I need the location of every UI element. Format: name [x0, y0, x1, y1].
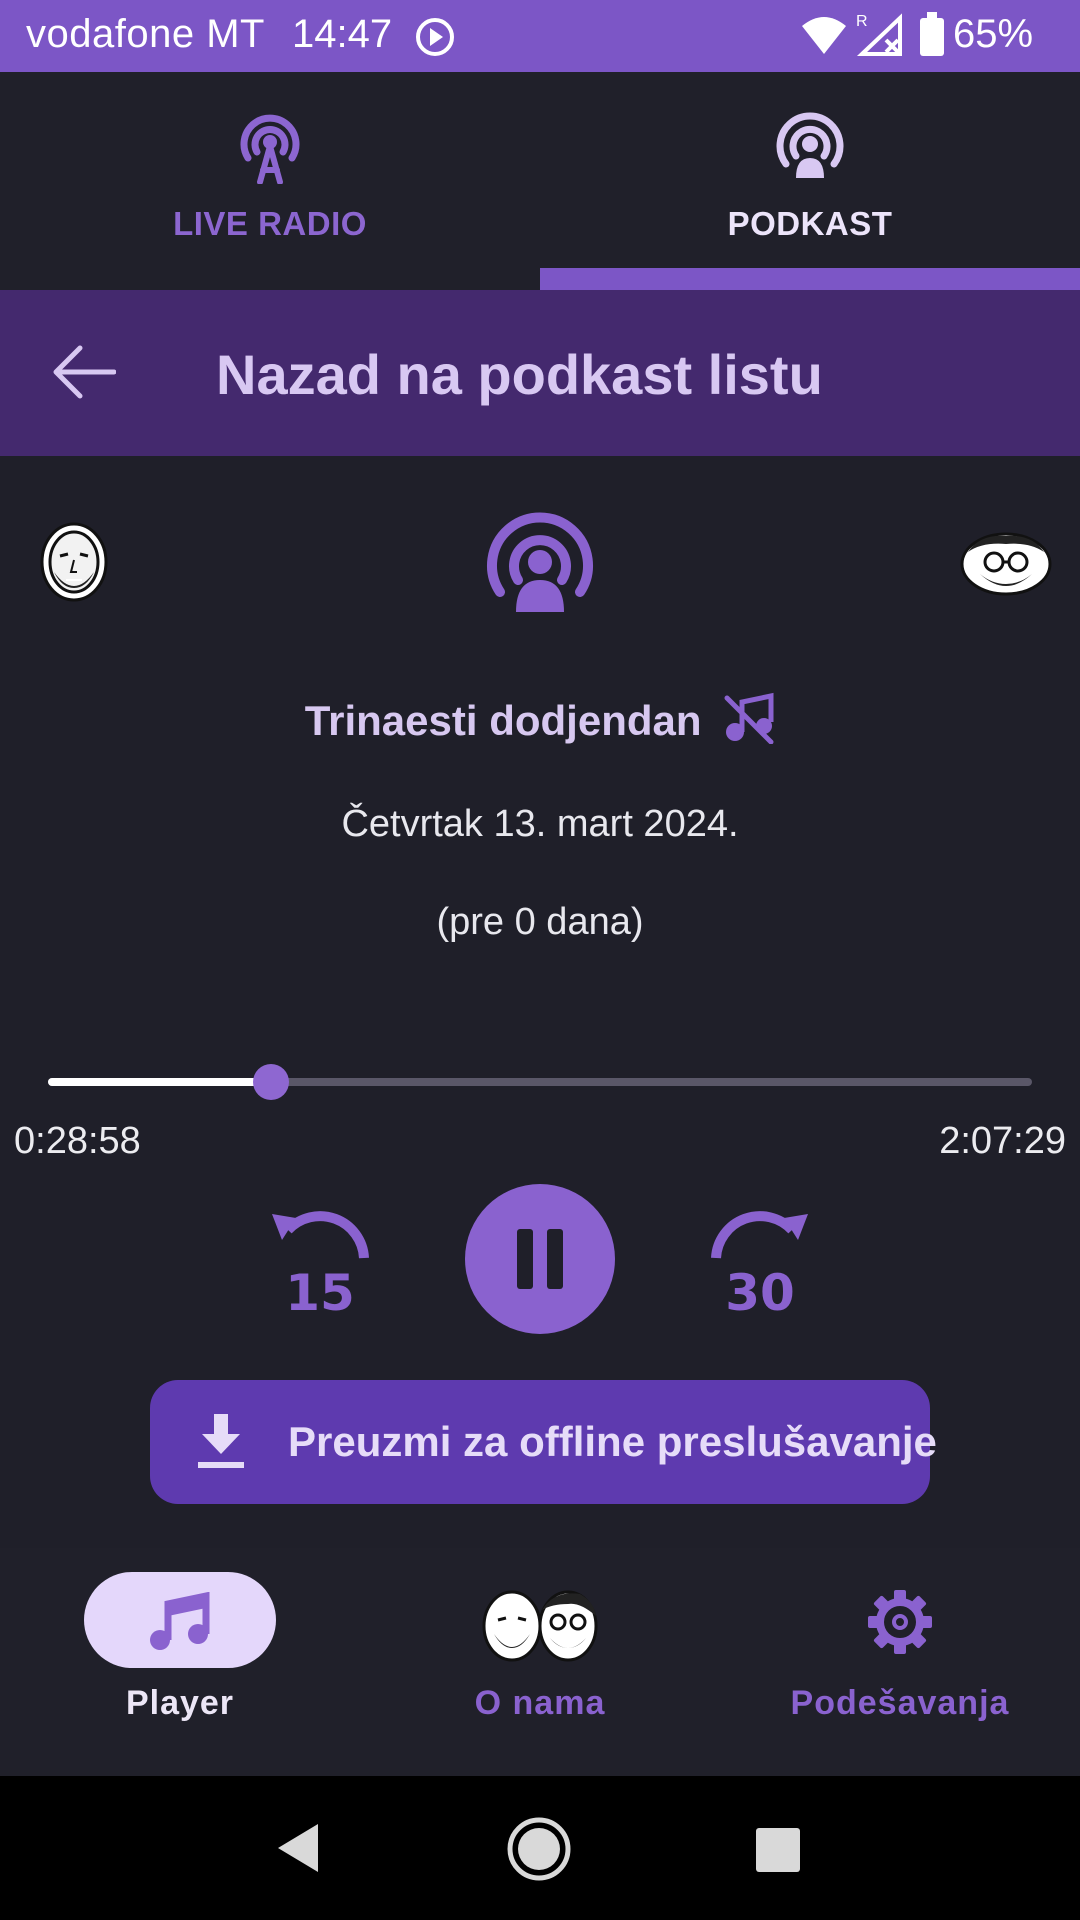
svg-text:R: R: [856, 13, 868, 30]
play-pause-button[interactable]: [465, 1184, 615, 1334]
play-circle-icon: [416, 18, 454, 56]
status-bar: vodafone MT 14:47 R 65%: [0, 0, 1080, 72]
seek-bar-thumb[interactable]: [253, 1064, 290, 1100]
tab-podkast[interactable]: PODKAST: [540, 72, 1080, 290]
bottom-navigation: Player O nama Podešavanja: [0, 1548, 1080, 1776]
forward-30-button[interactable]: 30: [708, 1206, 812, 1322]
wifi-icon: [802, 17, 846, 54]
total-time: 2:07:29: [939, 1120, 1066, 1162]
download-icon: [198, 1414, 244, 1468]
battery-percent: 65%: [953, 12, 1034, 56]
host-avatar-right: [960, 532, 1052, 596]
pause-icon: [517, 1229, 563, 1289]
battery-icon: [920, 12, 944, 56]
episode-title: Trinaesti dodjendan: [304, 697, 702, 744]
radio-tower-icon: [240, 114, 300, 184]
nav-podesavanja-label: Podešavanja: [790, 1684, 1010, 1722]
system-recents-icon[interactable]: [754, 1826, 802, 1874]
system-home-icon[interactable]: [506, 1816, 572, 1882]
hosts-avatars-icon: [482, 1590, 598, 1662]
music-off-icon: [724, 692, 774, 744]
nav-o-nama-label: O nama: [474, 1684, 606, 1722]
nav-item-podesavanja[interactable]: Podešavanja: [720, 1548, 1080, 1776]
back-header-title: Nazad na podkast listu: [216, 343, 823, 406]
nav-item-player[interactable]: Player: [0, 1548, 360, 1776]
replay-15-icon: 15: [272, 1211, 369, 1322]
system-navigation-bar: [0, 1776, 1080, 1920]
current-time: 0:28:58: [14, 1120, 141, 1162]
rewind-label: 15: [285, 1264, 355, 1316]
nav-item-o-nama[interactable]: O nama: [360, 1548, 720, 1776]
seek-bar-progress: [48, 1078, 272, 1086]
arrow-left-icon[interactable]: [52, 344, 116, 400]
back-to-list-bar[interactable]: Nazad na podkast listu: [0, 290, 1080, 456]
tab-selected-indicator: [540, 268, 1080, 290]
nav-player-label: Player: [125, 1684, 235, 1722]
carrier-name: vodafone MT: [26, 12, 265, 56]
status-time: 14:47: [292, 12, 393, 56]
forward-label: 30: [725, 1264, 795, 1316]
tab-live-radio-label: LIVE RADIO: [173, 205, 367, 242]
podcast-icon: [776, 112, 844, 178]
rewind-15-button[interactable]: 15: [268, 1206, 372, 1322]
signal-roaming-icon: R: [856, 13, 902, 56]
download-offline-button[interactable]: Preuzmi za offline preslušavanje: [150, 1380, 937, 1504]
top-tabs: LIVE RADIO PODKAST: [0, 72, 1080, 290]
music-note-icon: [150, 1592, 210, 1650]
episode-date: Četvrtak 13. mart 2024.: [341, 803, 739, 845]
episode-age: (pre 0 dana): [436, 901, 644, 943]
app-root: vodafone MT 14:47 R 65% LIVE RADIO PODKA…: [0, 0, 1080, 1920]
system-back-icon[interactable]: [272, 1822, 324, 1874]
tab-podkast-label: PODKAST: [727, 205, 893, 242]
episode-title-row: Trinaesti dodjendan: [0, 692, 1080, 745]
tab-live-radio[interactable]: LIVE RADIO: [0, 72, 540, 290]
podcast-icon-large: [487, 512, 593, 612]
download-button-label: Preuzmi za offline preslušavanje: [288, 1418, 937, 1465]
gear-icon: [868, 1590, 932, 1654]
host-avatar-left: [40, 522, 108, 602]
forward-30-icon: 30: [711, 1211, 808, 1322]
